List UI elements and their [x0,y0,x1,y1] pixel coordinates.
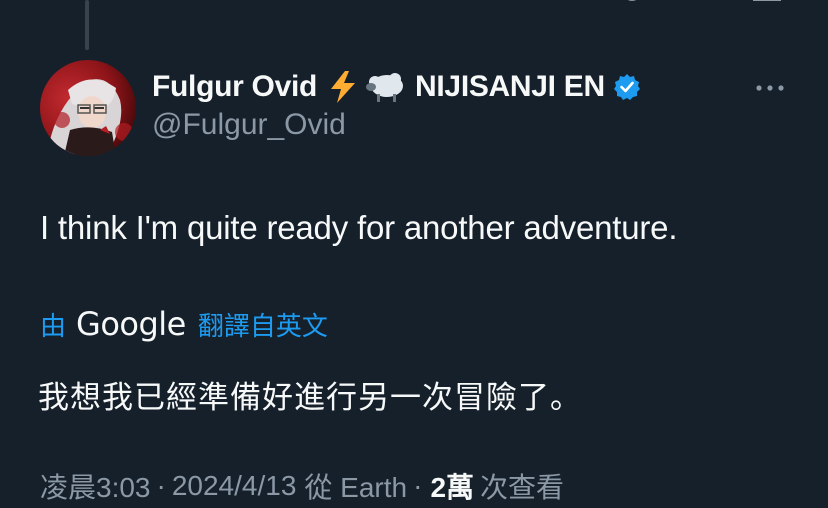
tweet-time[interactable]: 凌晨3:03 [40,466,151,506]
google-logo: Google [76,305,186,343]
avatar[interactable] [40,60,136,156]
views-count-icon [620,0,644,8]
views-icon[interactable] [552,0,582,8]
tweet-metadata: 凌晨3:03 · 2024/4/13 從 Earth · 2萬 次查看 [40,466,564,506]
like-icon[interactable] [425,0,449,8]
author-affiliation: NIJISANJI EN [415,70,605,103]
retweet-icon[interactable] [290,0,340,8]
views-count[interactable]: 2萬 [430,466,474,506]
translated-by-label: 由 [40,310,67,341]
views-label: 次查看 [480,472,565,503]
lightning-emoji [329,71,357,103]
author-display-name[interactable]: Fulgur Ovid [152,70,317,104]
meta-separator-2: · [413,470,423,501]
previous-tweet-action-bar [0,0,828,8]
tweet-author-header: Fulgur Ovid NIJISANJI EN @Fulgur_Ovid [152,66,641,142]
bookmark-icon[interactable] [690,0,720,8]
avatar-image [40,60,136,156]
author-handle[interactable]: @Fulgur_Ovid [152,108,641,142]
tweet-text: I think I'm quite ready for another adve… [40,209,678,246]
more-options-icon[interactable] [754,80,786,101]
verified-badge-icon[interactable] [613,73,641,101]
author-name-row[interactable]: Fulgur Ovid NIJISANJI EN [152,66,641,108]
tweet-date[interactable]: 2024/4/13 [172,470,297,502]
share-icon[interactable] [752,0,782,8]
reply-icon[interactable] [165,0,189,8]
translation-attribution[interactable]: 由 Google 翻譯自英文 [40,305,328,343]
sheep-emoji [365,71,407,103]
translated-text: 我想我已經準備好進行另一次冒險了。 [38,380,582,415]
translated-from-label[interactable]: 翻譯自英文 [198,306,328,343]
meta-separator: · [156,470,166,501]
tweet-source: 從 Earth [304,472,408,503]
